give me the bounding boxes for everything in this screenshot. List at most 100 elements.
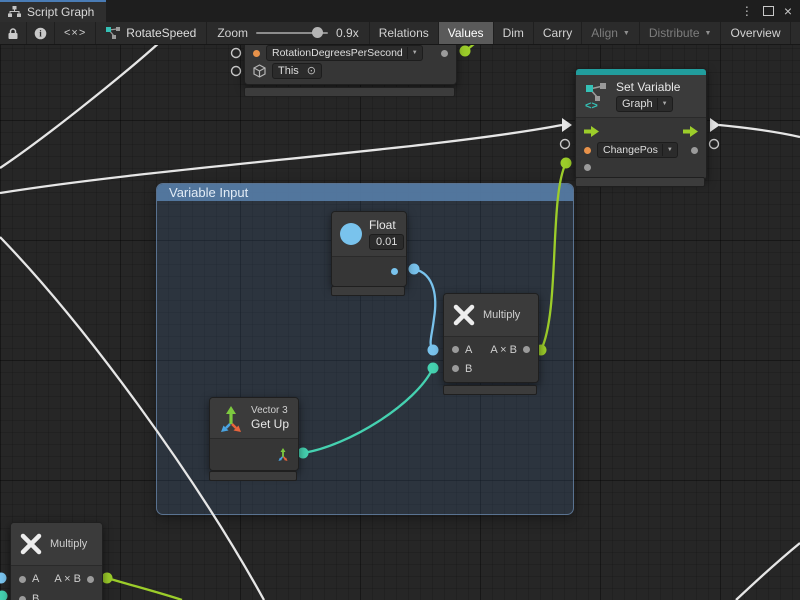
wire-endpoint-dot[interactable] [0, 573, 7, 584]
zoom-label: Zoom [217, 26, 248, 40]
multiply-x-icon [452, 303, 476, 327]
lock-icon [7, 27, 19, 40]
input-b-port[interactable] [19, 596, 26, 600]
set-variable-node-footer [575, 177, 705, 187]
chevron-down-icon: ▼ [662, 144, 677, 156]
svg-text:<>: <> [585, 100, 598, 110]
variable-name-dropdown[interactable]: ChangePos ▼ [597, 142, 678, 158]
tab-label: Script Graph [27, 5, 94, 19]
vector3-type-label: Vector 3 [251, 405, 288, 416]
align-button[interactable]: Align ▼ [582, 22, 640, 44]
float-literal-node[interactable]: Float 0.01 [331, 211, 407, 287]
float-title: Float [369, 218, 396, 232]
multiply-title: Multiply [50, 538, 87, 550]
vector3-output-port[interactable] [276, 447, 290, 461]
input-a-port[interactable] [19, 576, 26, 583]
multiply-node-2[interactable]: Multiply A A × B B [10, 522, 103, 600]
overview-button[interactable]: Overview [721, 22, 790, 44]
unconnected-port-ring[interactable] [232, 49, 241, 58]
result-output-port[interactable] [523, 346, 530, 353]
variable-value-port[interactable] [584, 147, 591, 154]
tab-bar: Script Graph ⋮ × [0, 0, 800, 22]
set-variable-input-row [576, 159, 706, 175]
zoom-value: 0.9x [336, 26, 359, 40]
unconnected-port-ring[interactable] [232, 67, 241, 76]
target-picker-icon[interactable]: ⊙ [307, 65, 316, 77]
chevron-down-icon: ▼ [407, 47, 422, 59]
flow-arrow-out-of-set-variable[interactable] [710, 118, 720, 132]
unconnected-port-ring[interactable] [710, 140, 719, 149]
cube-icon [253, 64, 266, 78]
zoom-slider[interactable] [256, 32, 328, 34]
multiply2-row-a: A A × B [11, 569, 102, 589]
flow-out-arrow-icon[interactable] [683, 126, 698, 137]
set-variable-node[interactable]: <> Set Variable Graph ▼ [575, 68, 707, 180]
graph-breadcrumb[interactable]: RotateSpeed [96, 22, 207, 44]
multiply-node[interactable]: Multiply A A × B B [443, 293, 539, 383]
distribute-button[interactable]: Distribute ▼ [640, 22, 722, 44]
float-output-port[interactable] [391, 268, 398, 275]
chevron-down-icon: ▼ [623, 30, 630, 37]
graph-variable-icon: <> [585, 83, 609, 110]
variable-name-dropdown[interactable]: RotationDegreesPerSecond ▼ [266, 45, 423, 61]
input-a-port[interactable] [452, 346, 459, 353]
unconnected-port-ring[interactable] [561, 140, 570, 149]
float-output-row [332, 260, 406, 282]
new-value-input-port[interactable] [584, 164, 591, 171]
float-node-footer [331, 286, 405, 296]
vector3-get-up-node[interactable]: Vector 3 Get Up [209, 397, 299, 471]
target-self-field[interactable]: This ⊙ [272, 63, 322, 79]
chevron-down-icon: ▼ [705, 30, 712, 37]
set-variable-title: Set Variable [616, 80, 680, 94]
wire-endpoint-dot[interactable] [0, 591, 8, 600]
wire-endpoint-dot[interactable] [460, 46, 471, 57]
mini-graph-icon [106, 27, 120, 39]
multiply-node-footer [443, 385, 537, 395]
values-button[interactable]: Values [439, 22, 494, 44]
variable-output-port[interactable] [441, 50, 448, 57]
variable-scope-dropdown[interactable]: Graph ▼ [616, 96, 673, 112]
variable-value-port[interactable] [253, 50, 260, 57]
wire-green-multiply2-down[interactable] [107, 578, 182, 600]
group-header[interactable]: Variable Input [157, 184, 573, 201]
zoom-slider-handle[interactable] [312, 27, 323, 38]
output-label: A × B [490, 344, 517, 356]
vector3-node-footer [209, 471, 297, 481]
set-variable-name-row: ChangePos ▼ [576, 141, 706, 159]
wire-white-bottom-right[interactable] [736, 543, 800, 600]
chevron-down-icon: ▼ [657, 98, 672, 110]
multiply-title: Multiply [483, 309, 520, 321]
flow-arrow-into-set-variable[interactable] [562, 118, 572, 132]
maximize-icon[interactable] [763, 6, 774, 16]
flow-in-arrow-icon[interactable] [584, 126, 599, 137]
output-label: A × B [54, 573, 81, 585]
full-screen-button[interactable]: Full Screen [791, 22, 800, 44]
set-variable-flow-row [576, 121, 706, 141]
input-b-port[interactable] [452, 365, 459, 372]
get-variable-node[interactable]: RotationDegreesPerSecond ▼ This ⊙ [244, 40, 457, 85]
get-variable-node-footer [244, 87, 455, 97]
multiply-row-b: B [444, 359, 538, 378]
wire-white-from-set-variable-out[interactable] [719, 125, 800, 137]
multiply-x-icon [19, 532, 43, 556]
tab-script-graph[interactable]: Script Graph [0, 0, 106, 22]
lock-button[interactable] [0, 22, 27, 44]
wire-white-top-left[interactable] [0, 42, 160, 168]
code-preview-button[interactable]: <×> [55, 22, 96, 44]
multiply-row-a: A A × B [444, 340, 538, 359]
wire-endpoint-dot[interactable] [102, 573, 113, 584]
kebab-menu-icon[interactable]: ⋮ [741, 4, 753, 18]
dim-button[interactable]: Dim [494, 22, 534, 44]
inspect-button[interactable]: i [27, 22, 55, 44]
code-angle-icon: <×> [64, 27, 86, 39]
float-value-field[interactable]: 0.01 [369, 234, 404, 250]
relations-button[interactable]: Relations [370, 22, 439, 44]
result-output-port[interactable] [87, 576, 94, 583]
close-icon[interactable]: × [784, 3, 792, 19]
carry-button[interactable]: Carry [534, 22, 582, 44]
vector3-output-row [210, 442, 298, 466]
vector3-axes-icon [218, 404, 244, 432]
wire-endpoint-dot[interactable] [561, 158, 572, 169]
group-title: Variable Input [169, 185, 248, 200]
variable-output-port[interactable] [691, 147, 698, 154]
